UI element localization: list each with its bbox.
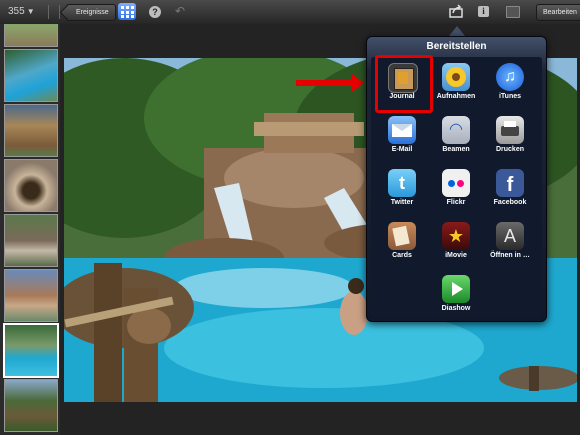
share-item-label: Beamen xyxy=(442,146,470,153)
back-button[interactable]: Ereignisse xyxy=(66,4,116,21)
share-item-itunes[interactable]: ♫ iTunes xyxy=(485,61,535,111)
share-item-cards[interactable]: Cards xyxy=(377,220,427,270)
chevron-down-icon: ▼ xyxy=(26,7,35,16)
thumbnail-selected[interactable] xyxy=(3,323,59,378)
journal-highlight xyxy=(375,55,433,113)
sunflower-icon xyxy=(442,63,470,91)
share-item-twitter[interactable]: t Twitter xyxy=(377,167,427,217)
photo-count-menu[interactable]: 355 ▼ xyxy=(8,6,35,17)
annotation-arrow xyxy=(296,74,364,92)
popover-title: Bereitstellen xyxy=(426,41,487,52)
popover-arrow xyxy=(449,26,465,36)
app-store-icon: A xyxy=(496,222,524,250)
undo-icon[interactable]: ↶ xyxy=(175,4,185,18)
share-item-label: Twitter xyxy=(390,199,414,206)
share-item-facebook[interactable]: f Facebook xyxy=(485,167,535,217)
share-item-beamen[interactable]: ◠ Beamen xyxy=(431,114,481,164)
thumbnail[interactable] xyxy=(4,269,58,322)
thumbnail[interactable] xyxy=(4,214,58,267)
share-item-label: Facebook xyxy=(493,199,527,206)
thumbnail-sidebar[interactable] xyxy=(0,24,61,435)
thumbnail[interactable] xyxy=(4,379,58,432)
edit-button[interactable]: Bearbeiten xyxy=(536,4,580,21)
hide-panel-icon[interactable] xyxy=(506,6,520,18)
photo-count: 355 xyxy=(8,6,25,17)
imovie-icon: ★ xyxy=(442,222,470,250)
cards-icon xyxy=(388,222,416,250)
facebook-icon: f xyxy=(496,169,524,197)
play-icon xyxy=(442,275,470,303)
share-item-diashow[interactable]: Diashow xyxy=(431,273,481,323)
share-item-email[interactable]: E-Mail xyxy=(377,114,427,164)
twitter-icon: t xyxy=(388,169,416,197)
toolbar: 355 ▼ Ereignisse ? ↶ i Bearbeiten xyxy=(0,0,580,25)
grid-icon[interactable] xyxy=(118,3,136,20)
share-item-label: Öffnen in … xyxy=(490,252,530,259)
thumbnail[interactable] xyxy=(4,159,58,212)
itunes-icon: ♫ xyxy=(496,63,524,91)
share-item-label: iTunes xyxy=(498,93,522,100)
thumbnail[interactable] xyxy=(4,104,58,157)
share-item-label: Flickr xyxy=(446,199,466,206)
thumbnail[interactable] xyxy=(4,24,58,47)
wifi-icon: ◠ xyxy=(442,116,470,144)
share-item-aufnahmen[interactable]: Aufnahmen xyxy=(431,61,481,111)
share-item-label: Cards xyxy=(392,252,412,259)
separator xyxy=(48,5,60,19)
help-icon[interactable]: ? xyxy=(149,6,161,18)
share-item-label: iMovie xyxy=(445,252,467,259)
printer-icon xyxy=(496,116,524,144)
share-item-label: Drucken xyxy=(495,146,524,153)
thumbnail[interactable] xyxy=(4,49,58,102)
share-icon[interactable] xyxy=(449,4,463,18)
share-item-label: Aufnahmen xyxy=(436,93,476,100)
share-item-label: E-Mail xyxy=(391,146,413,153)
share-item-imovie[interactable]: ★ iMovie xyxy=(431,220,481,270)
share-item-label: Diashow xyxy=(441,305,471,312)
mail-icon xyxy=(388,116,416,144)
flickr-icon xyxy=(442,169,470,197)
share-item-drucken[interactable]: Drucken xyxy=(485,114,535,164)
info-icon[interactable]: i xyxy=(478,6,489,17)
share-item-open-in[interactable]: A Öffnen in … xyxy=(485,220,535,270)
share-item-flickr[interactable]: Flickr xyxy=(431,167,481,217)
